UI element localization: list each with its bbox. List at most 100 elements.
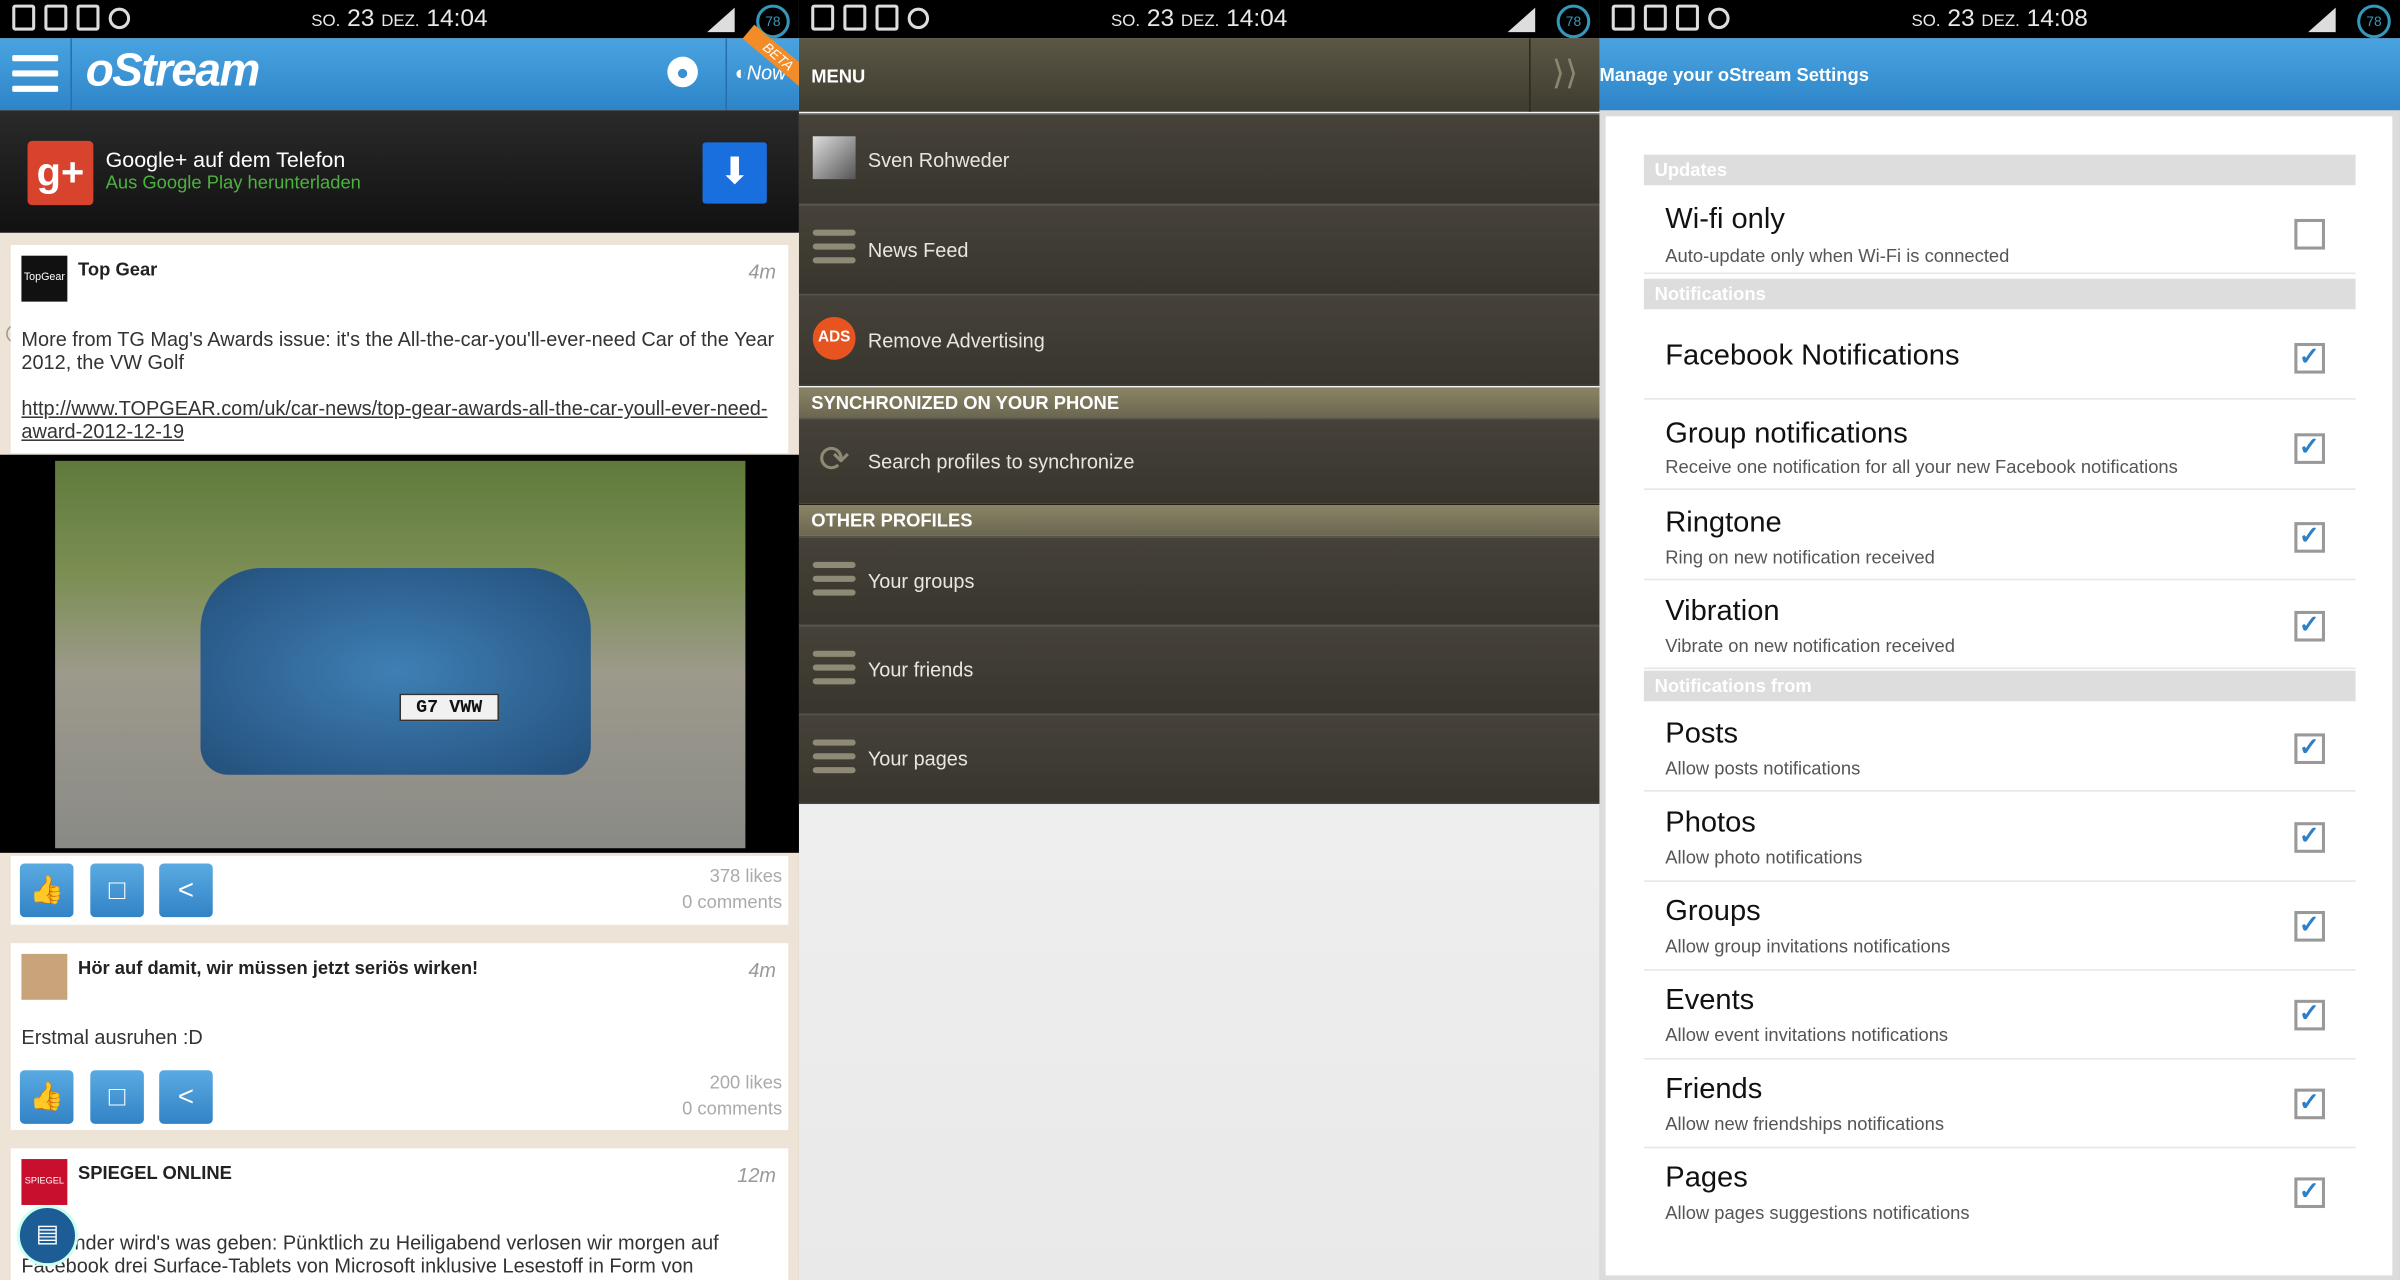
app-logo: oStream xyxy=(85,45,261,97)
section-header-notifications-from: Notifications from xyxy=(1643,670,2356,702)
menu-screen: SO. 23 DEZ. 14:04 78 MENU ⟩⟩ Sven Rohwed… xyxy=(798,0,1600,1280)
post-author[interactable]: SPIEGEL ONLINE xyxy=(78,1162,232,1183)
setting-facebook-notifications[interactable]: Facebook Notifications xyxy=(1643,309,2356,400)
post-photo[interactable]: G7 VWW xyxy=(0,454,799,853)
ringtone-checkbox[interactable] xyxy=(2294,521,2325,553)
status-clock: SO. 23 DEZ. 14:04 xyxy=(311,6,488,33)
battery-indicator: 78 xyxy=(2357,4,2391,39)
photos-checkbox[interactable] xyxy=(2294,821,2325,853)
setting-groups[interactable]: Groups Allow group invitations notificat… xyxy=(1643,880,2356,971)
facebook-notifications-checkbox[interactable] xyxy=(2294,341,2325,374)
menu-item-sync-search[interactable]: ⟳ Search profiles to synchronize xyxy=(798,417,1600,506)
status-clock: SO. 23 DEZ. 14:08 xyxy=(1911,6,2088,33)
settings-list: Updates Wi-fi only Auto-update only when… xyxy=(1605,116,2393,1276)
setting-events[interactable]: Events Allow event invitations notificat… xyxy=(1643,969,2356,1060)
setting-pages[interactable]: Pages Allow pages suggestions notificati… xyxy=(1644,1147,2356,1236)
status-bar: SO. 23 DEZ. 14:08 78 xyxy=(1599,0,2400,39)
share-icon[interactable]: < xyxy=(159,863,213,918)
post-text: Erstmal ausruhen :D xyxy=(21,1025,203,1049)
compose-icon[interactable]: ▤ xyxy=(16,1204,79,1267)
download-icon[interactable]: ⬇ xyxy=(702,142,767,204)
avatar[interactable]: SPIEGEL xyxy=(21,1159,68,1205)
setting-posts[interactable]: Posts Allow posts notifications xyxy=(1643,701,2356,792)
post-text: Für Kinder wird's was geben: Pünktlich z… xyxy=(21,1231,719,1277)
globe-icon[interactable]: ● xyxy=(667,56,698,88)
post-author[interactable]: Top Gear xyxy=(78,259,157,280)
menu-item-remove-ads[interactable]: ADS Remove Advertising xyxy=(798,293,1600,386)
settings-title: Manage your oStream Settings xyxy=(1599,64,1869,86)
no-ads-icon: ADS xyxy=(812,316,856,360)
menu-item-pages[interactable]: Your pages xyxy=(798,713,1600,804)
setting-ringtone[interactable]: Ringtone Ring on new notification receiv… xyxy=(1643,490,2356,581)
ad-banner[interactable]: g+ Google+ auf dem Telefon Aus Google Pl… xyxy=(0,110,799,343)
likes-count: 378 likes xyxy=(709,865,783,887)
post-author[interactable]: Hör auf damit, wir müssen jetzt seriös w… xyxy=(78,957,478,978)
section-header-notifications: Notifications xyxy=(1643,278,2356,310)
post-actions: 👍 □ < 378 likes 0 comments xyxy=(10,855,789,925)
status-bar: SO. 23 DEZ. 14:04 78 xyxy=(0,0,799,39)
comment-icon[interactable]: □ xyxy=(90,1070,144,1124)
events-checkbox[interactable] xyxy=(2294,998,2325,1031)
settings-app-bar: Manage your oStream Settings xyxy=(1599,38,2400,111)
status-bar: SO. 23 DEZ. 14:04 78 xyxy=(798,0,1600,39)
app-bar: oStream ● ◐Now BETA xyxy=(0,24,799,111)
section-header-other-profiles: OTHER PROFILES xyxy=(798,505,1600,536)
post-card: Hör auf damit, wir müssen jetzt seriös w… xyxy=(10,943,789,1130)
signal-icon xyxy=(2308,7,2336,33)
battery-indicator: 78 xyxy=(1556,4,1591,39)
wifi-only-checkbox[interactable] xyxy=(2294,218,2325,250)
setting-photos[interactable]: Photos Allow photo notifications xyxy=(1643,792,2356,882)
settings-screen: SO. 23 DEZ. 14:08 78 Manage your oStream… xyxy=(1599,0,2400,1280)
menu-title: MENU xyxy=(811,65,866,88)
collapse-arrow-icon[interactable]: ⟩⟩ xyxy=(1529,38,1599,112)
post-card: TopGear Top Gear 4m More from TG Mag's A… xyxy=(10,244,789,454)
avatar[interactable]: TopGear xyxy=(21,255,68,302)
pages-checkbox[interactable] xyxy=(2294,1176,2325,1209)
groups-checkbox[interactable] xyxy=(2294,909,2325,942)
feed-screen: SO. 23 DEZ. 14:04 78 oStream ● ◐Now BETA… xyxy=(0,0,799,1280)
comments-count: 0 comments xyxy=(682,1097,783,1120)
share-icon[interactable]: < xyxy=(159,1070,213,1124)
setting-wifi-only[interactable]: Wi-fi only Auto-update only when Wi-Fi i… xyxy=(1643,185,2356,275)
comment-icon[interactable]: □ xyxy=(90,863,144,918)
status-clock: SO. 23 DEZ. 14:04 xyxy=(1111,6,1288,33)
list-icon xyxy=(812,650,856,694)
like-icon[interactable]: 👍 xyxy=(19,1070,74,1124)
section-header-synchronized: SYNCHRONIZED ON YOUR PHONE xyxy=(798,387,1600,418)
license-plate: G7 VWW xyxy=(399,693,499,722)
posts-checkbox[interactable] xyxy=(2294,732,2325,765)
vibration-checkbox[interactable] xyxy=(2294,609,2325,642)
menu-header: MENU ⟩⟩ xyxy=(798,38,1600,112)
list-icon xyxy=(812,561,856,605)
avatar[interactable] xyxy=(21,953,68,1000)
post-time: 4m xyxy=(748,260,777,284)
menu-item-friends[interactable]: Your friends xyxy=(798,624,1600,716)
setting-vibration[interactable]: Vibration Vibrate on new notification re… xyxy=(1643,579,2356,670)
like-icon[interactable]: 👍 xyxy=(19,863,74,918)
friends-checkbox[interactable] xyxy=(2294,1087,2325,1120)
list-icon xyxy=(812,739,856,783)
avatar xyxy=(812,136,856,180)
post-card: SPIEGEL SPIEGEL ONLINE 12m Für Kinder wi… xyxy=(10,1148,789,1280)
car-image xyxy=(200,568,591,775)
sync-icon: ⟳ xyxy=(818,439,850,481)
post-link[interactable]: http://www.TOPGEAR.com/uk/car-news/top-g… xyxy=(21,397,774,443)
post-text: More from TG Mag's Awards issue: it's th… xyxy=(21,327,775,374)
signal-icon xyxy=(1507,7,1536,33)
group-notifications-checkbox[interactable] xyxy=(2294,432,2325,464)
news-feed-icon xyxy=(812,229,856,273)
post-time: 12m xyxy=(737,1163,777,1187)
ad-title: Google+ auf dem Telefon xyxy=(105,146,346,172)
menu-item-news-feed[interactable]: News Feed xyxy=(798,203,1600,296)
comments-count: 0 comments xyxy=(682,891,783,913)
setting-group-notifications[interactable]: Group notifications Receive one notifica… xyxy=(1643,400,2356,490)
section-header-updates: Updates xyxy=(1643,154,2356,186)
ad-subtitle: Aus Google Play herunterladen xyxy=(105,171,361,193)
menu-item-groups[interactable]: Your groups xyxy=(798,535,1600,627)
setting-friends[interactable]: Friends Allow new friendships notificati… xyxy=(1643,1058,2356,1149)
likes-count: 200 likes xyxy=(709,1071,783,1094)
menu-item-profile[interactable]: Sven Rohweder xyxy=(798,113,1600,206)
post-time: 4m xyxy=(748,958,777,982)
google-plus-icon: g+ xyxy=(27,140,94,206)
hamburger-menu-icon[interactable] xyxy=(12,55,59,93)
